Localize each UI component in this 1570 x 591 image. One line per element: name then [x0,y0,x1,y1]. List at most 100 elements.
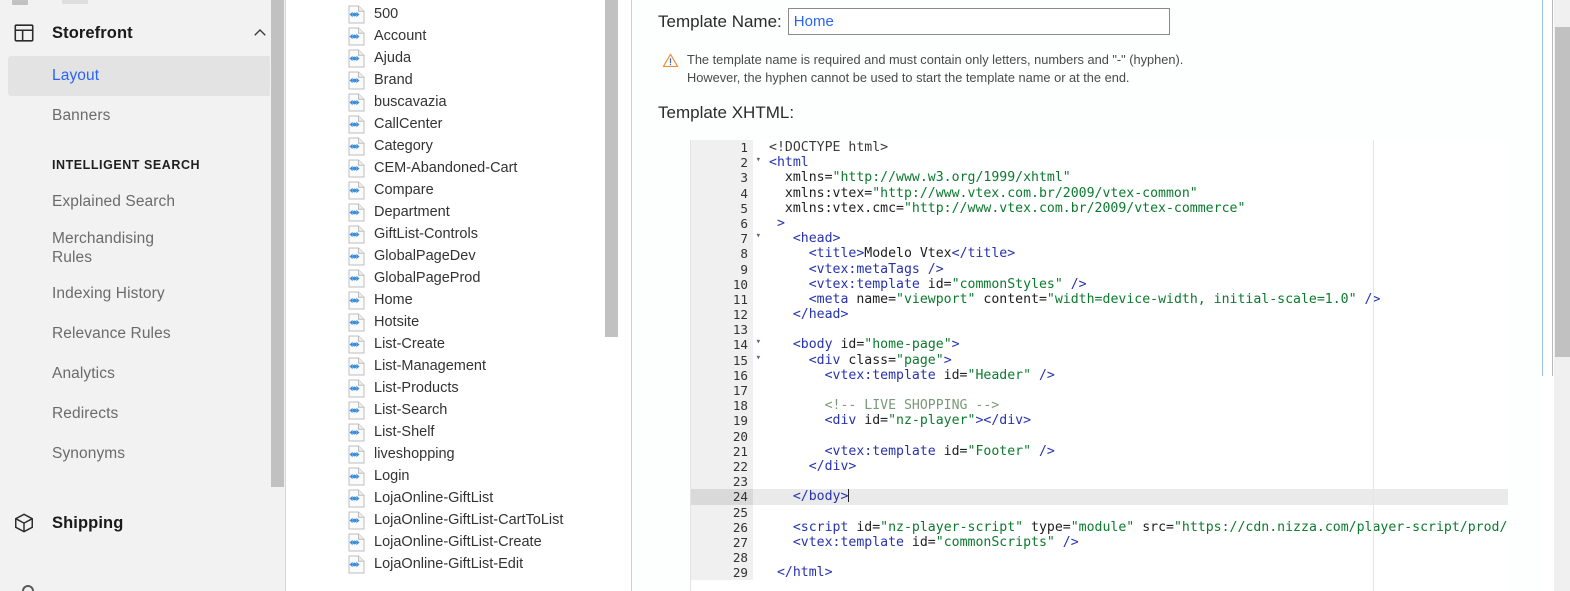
code-line[interactable]: 13 [691,322,1508,338]
code-line-number: 2 ▾ [691,155,761,171]
code-line-number: 26 [691,519,753,535]
code-line[interactable]: 8 <title>Modelo Vtex</title> [691,246,1508,262]
code-token: content= [975,291,1047,307]
sidebar-item-redirects[interactable]: Redirects [0,394,285,434]
code-line[interactable]: 16 <vtex:template id="Header" /> [691,367,1508,383]
sidebar-item-banners[interactable]: Banners [0,96,285,136]
xhtml-code-editor[interactable]: 1 <!DOCTYPE html> 2 ▾ <html 3 xmlns="http://w… [690,140,1508,591]
code-line-text: <vtex:template id="commonScripts" /> [753,535,1508,550]
code-line[interactable]: 21 <vtex:template id="Footer" /> [691,443,1508,459]
code-token: xmlns:vtex= [769,185,873,201]
code-line[interactable]: 11 <meta name="viewport" content="width=… [691,291,1508,308]
code-line[interactable]: 1 <!DOCTYPE html> [691,140,1508,156]
template-list-item[interactable]: Login [348,465,618,487]
template-list-item[interactable]: List-Create [348,333,618,355]
template-list[interactable]: 500 Account Ajuda Brand buscavazia CallC… [286,0,618,591]
template-list-item-label: Category [374,137,433,154]
code-line[interactable]: 4 xmlns:vtex="http://www.vtex.com.br/200… [691,185,1508,201]
template-list-item[interactable]: LojaOnline-GiftList [348,487,618,509]
template-list-scrollbar-thumb[interactable] [605,0,618,337]
xml-file-icon [348,5,365,24]
template-list-item[interactable]: Account [348,25,618,47]
code-line[interactable]: 23 [691,474,1508,490]
template-list-scrollbar[interactable] [605,0,618,591]
sidebar-scrollbar[interactable] [270,0,285,591]
code-line[interactable]: 6 > [691,215,1508,232]
code-line[interactable]: 26 <script id="nz-player-script" type="m… [691,519,1508,535]
code-line[interactable]: 17 [691,383,1508,399]
code-line[interactable]: 12 </head> [691,307,1508,323]
template-list-item[interactable]: CEM-Abandoned-Cart [348,157,618,179]
chevron-up-icon[interactable] [251,24,269,42]
template-list-item[interactable]: LojaOnline-GiftList-CartToList [348,509,618,531]
sidebar: Storefront Layout Banners INTELLIGENT SE… [0,0,285,591]
template-list-item[interactable]: Hotsite [348,311,618,333]
code-line[interactable]: 25 [691,504,1508,520]
sidebar-section-storefront[interactable]: Storefront [0,10,285,56]
code-line[interactable]: 22 </div> [691,458,1508,475]
template-list-item[interactable]: Compare [348,179,618,201]
code-line[interactable]: 20 [691,428,1508,444]
code-line[interactable]: 27 <vtex:template id="commonScripts" /> [691,534,1508,551]
sidebar-section-shipping[interactable]: Shipping [0,500,285,546]
code-token: src= [1134,519,1174,535]
code-line[interactable]: 19 <div id="nz-player"></div> [691,413,1508,429]
sidebar-item-analytics[interactable]: Analytics [0,354,285,394]
template-list-item-label: CEM-Abandoned-Cart [374,159,518,176]
template-list-item-label: 500 [374,5,399,22]
code-line[interactable]: 2 ▾ <html [691,155,1508,171]
code-token: "Header" [967,367,1032,383]
code-line-text: <vtex:metaTags /> [753,262,1508,277]
code-token: ></div> [975,413,1032,429]
main-scrollbar[interactable] [1554,0,1570,591]
code-line[interactable]: 15 ▾ <div class="page"> [691,352,1508,368]
code-line[interactable]: 24 </body> [691,489,1508,505]
template-list-item[interactable]: Department [348,201,618,223]
code-line-text: xmlns:vtex.cmc="http://www.vtex.com.br/2… [753,201,1508,216]
main-scrollbar-thumb[interactable] [1555,27,1570,357]
template-list-item[interactable]: Brand [348,69,618,91]
code-line-text: <title>Modelo Vtex</title> [753,246,1508,261]
code-lines[interactable]: 1 <!DOCTYPE html> 2 ▾ <html 3 xmlns="http://w… [691,140,1508,581]
code-line[interactable]: 7 ▾ <head> [691,231,1508,247]
template-list-item[interactable]: LojaOnline-GiftList-Edit [348,553,618,575]
sidebar-item-label: Synonyms [52,445,126,462]
template-list-item[interactable]: buscavazia [348,91,618,113]
code-line[interactable]: 18 <!-- LIVE SHOPPING --> [691,398,1508,414]
code-line[interactable]: 9 <vtex:metaTags /> [691,261,1508,277]
sidebar-item-indexing-history[interactable]: Indexing History [0,274,285,314]
code-line[interactable]: 10 <vtex:template id="commonStyles" /> [691,276,1508,292]
sidebar-item-merchandising-rules[interactable]: Merchandising Rules [0,222,285,274]
template-list-item[interactable]: List-Search [348,399,618,421]
code-line[interactable]: 14 ▾ <body id="home-page"> [691,337,1508,353]
code-token: <vtex:template [769,276,928,292]
template-list-item[interactable]: Category [348,135,618,157]
code-line[interactable]: 28 [691,550,1508,566]
template-list-item[interactable]: List-Management [348,355,618,377]
code-line[interactable]: 5 xmlns:vtex.cmc="http://www.vtex.com.br… [691,200,1508,216]
code-token: /> [1062,276,1087,292]
warning-triangle-icon [662,52,679,69]
template-list-item[interactable]: GiftList-Controls [348,223,618,245]
template-list-item[interactable]: GlobalPageProd [348,267,618,289]
template-list-item[interactable]: Home [348,289,618,311]
template-list-item[interactable]: List-Shelf [348,421,618,443]
code-token: xmlns:vtex.cmc= [769,200,904,216]
template-list-item[interactable]: 500 [348,3,618,25]
template-list-item[interactable]: liveshopping [348,443,618,465]
template-list-item[interactable]: CallCenter [348,113,618,135]
sidebar-item-relevance-rules[interactable]: Relevance Rules [0,314,285,354]
template-list-item[interactable]: GlobalPageDev [348,245,618,267]
sidebar-item-synonyms[interactable]: Synonyms [0,434,285,474]
template-list-item[interactable]: Ajuda [348,47,618,69]
sidebar-item-explained-search[interactable]: Explained Search [0,182,285,222]
template-list-item[interactable]: List-Products [348,377,618,399]
code-token: > [943,352,952,368]
template-name-input[interactable] [787,8,1170,35]
sidebar-scrollbar-thumb[interactable] [271,0,284,487]
xml-file-icon [348,357,365,376]
sidebar-item-layout[interactable]: Layout [8,56,271,96]
code-line[interactable]: 3 xmlns="http://www.w3.org/1999/xhtml" [691,170,1508,186]
template-list-item[interactable]: LojaOnline-GiftList-Create [348,531,618,553]
code-line[interactable]: 29 </html> [691,565,1508,581]
